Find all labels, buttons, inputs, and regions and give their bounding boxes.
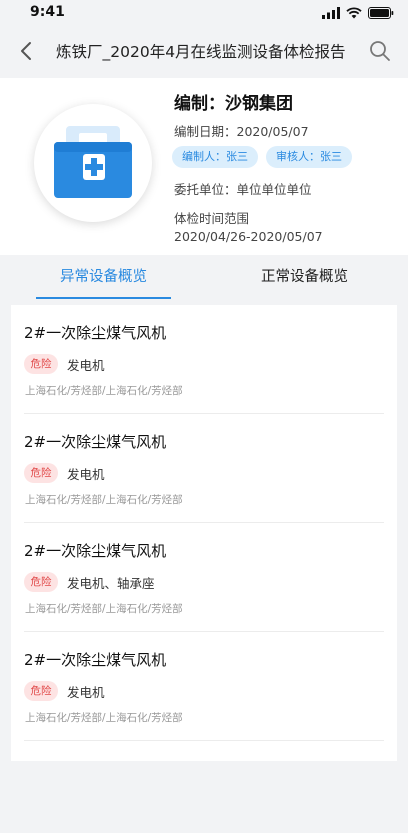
device-path: 上海石化/芳烃部/上海石化/芳烃部 bbox=[25, 712, 183, 724]
tab-bar: 异常设备概览 正常设备概览 bbox=[0, 255, 408, 301]
device-type: 发电机、轴承座 bbox=[67, 576, 155, 591]
status-icons bbox=[322, 6, 394, 20]
report-range-value: 2020/04/26-2020/05/07 bbox=[174, 229, 323, 244]
list-item[interactable]: 2#一次除尘煤气风机 危险 发电机 上海石化/芳烃部/上海石化/芳烃部 bbox=[24, 632, 384, 741]
medical-kit-icon bbox=[54, 126, 132, 198]
back-arrow-icon[interactable] bbox=[14, 38, 40, 64]
device-type: 发电机 bbox=[67, 358, 105, 373]
list-item[interactable]: 2#一次除尘煤气风机 危险 发电机、轴承座 上海石化/芳烃部/上海石化/芳烃部 bbox=[24, 523, 384, 632]
device-name: 2#一次除尘煤气风机 bbox=[24, 542, 167, 560]
device-name: 2#一次除尘煤气风机 bbox=[24, 651, 167, 669]
list-item[interactable]: 2#一次除尘煤气风机 危险 发电机 上海石化/芳烃部/上海石化/芳烃部 bbox=[24, 305, 384, 414]
people-chips: 编制人：张三 审核人：张三 bbox=[172, 146, 352, 168]
wifi-icon bbox=[346, 7, 362, 19]
report-date: 编制日期：2020/05/07 bbox=[174, 124, 309, 139]
risk-badge: 危险 bbox=[24, 354, 58, 374]
report-range-label: 体检时间范围 bbox=[174, 211, 250, 226]
status-bar: 9:41 bbox=[0, 0, 408, 26]
report-org: 编制：沙钢集团 bbox=[174, 94, 293, 114]
list-item[interactable]: 2#一次除尘煤气风机 危险 发电机 上海石化/芳烃部/上海石化/芳烃部 bbox=[24, 414, 384, 523]
device-name: 2#一次除尘煤气风机 bbox=[24, 324, 167, 342]
editor-chip: 编制人：张三 bbox=[172, 146, 258, 168]
risk-badge: 危险 bbox=[24, 463, 58, 483]
page-title: 炼铁厂_2020年4月在线监测设备体检报告 bbox=[56, 43, 346, 61]
search-icon[interactable] bbox=[368, 39, 392, 63]
tab-abnormal-devices[interactable]: 异常设备概览 bbox=[36, 255, 171, 301]
device-path: 上海石化/芳烃部/上海石化/芳烃部 bbox=[25, 494, 183, 506]
device-list: 2#一次除尘煤气风机 危险 发电机 上海石化/芳烃部/上海石化/芳烃部 2#一次… bbox=[11, 305, 397, 761]
risk-badge: 危险 bbox=[24, 681, 58, 701]
signal-icon bbox=[322, 7, 340, 19]
report-avatar bbox=[34, 104, 152, 222]
nav-bar: 炼铁厂_2020年4月在线监测设备体检报告 bbox=[0, 26, 408, 76]
device-name: 2#一次除尘煤气风机 bbox=[24, 433, 167, 451]
reviewer-chip: 审核人：张三 bbox=[266, 146, 352, 168]
device-path: 上海石化/芳烃部/上海石化/芳烃部 bbox=[25, 603, 183, 615]
active-tab-indicator bbox=[36, 297, 171, 299]
status-time: 9:41 bbox=[30, 4, 65, 20]
report-client: 委托单位：单位单位单位 bbox=[174, 182, 312, 197]
device-type: 发电机 bbox=[67, 467, 105, 482]
device-type: 发电机 bbox=[67, 685, 105, 700]
tab-normal-devices[interactable]: 正常设备概览 bbox=[237, 255, 372, 301]
device-path: 上海石化/芳烃部/上海石化/芳烃部 bbox=[25, 385, 183, 397]
report-header: 编制：沙钢集团 编制日期：2020/05/07 编制人：张三 审核人：张三 委托… bbox=[0, 78, 408, 255]
risk-badge: 危险 bbox=[24, 572, 58, 592]
battery-icon bbox=[368, 7, 394, 19]
